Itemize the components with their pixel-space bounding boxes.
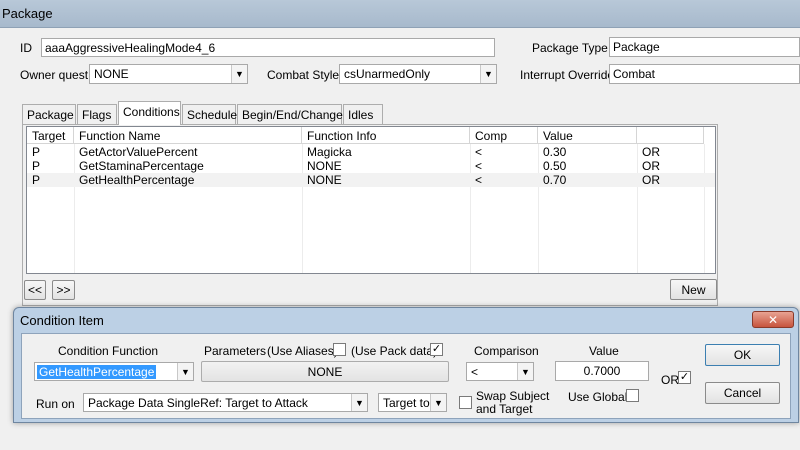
column-header-function-name[interactable]: Function Name xyxy=(74,127,302,144)
target-combo[interactable]: Target to ▼ xyxy=(378,393,447,412)
conditions-grid[interactable]: Target Function Name Function Info Comp … xyxy=(26,126,716,274)
column-header-target[interactable]: Target xyxy=(27,127,74,144)
column-header-comp[interactable]: Comp xyxy=(470,127,538,144)
cell-target: P xyxy=(32,159,41,173)
cell-value: 0.50 xyxy=(543,159,567,173)
cell-value: 0.70 xyxy=(543,173,567,187)
value-label: Value xyxy=(589,344,619,358)
run-on-combo[interactable]: Package Data SingleRef: Target to Attack… xyxy=(83,393,368,412)
swap-subject-label: Swap Subject and Target xyxy=(476,390,549,416)
use-pack-data-label: (Use Pack data) xyxy=(351,344,438,358)
cell-or: OR xyxy=(642,145,660,159)
condition-function-value: GetHealthPercentage xyxy=(37,365,157,379)
cell-value: 0.30 xyxy=(543,145,567,159)
owner-quest-combo[interactable]: NONE ▼ xyxy=(89,64,248,84)
or-label: OR xyxy=(661,373,679,387)
combat-style-label: Combat Style xyxy=(267,68,340,82)
use-global-label: Use Global xyxy=(568,390,628,404)
cell-comp: < xyxy=(475,145,483,159)
cell-function-info: NONE xyxy=(307,173,342,187)
comparison-combo[interactable]: < ▼ xyxy=(466,362,534,381)
value-input[interactable]: 0.7000 xyxy=(555,361,649,381)
condition-function-combo[interactable]: GetHealthPercentage ▼ xyxy=(34,362,194,381)
chevron-down-icon: ▼ xyxy=(231,65,247,83)
checkmark-icon: ✓ xyxy=(679,371,690,383)
tab-schedule[interactable]: Schedule xyxy=(182,104,237,124)
run-on-value: Package Data SingleRef: Target to Attack xyxy=(88,396,308,410)
chevron-down-icon: ▼ xyxy=(480,65,496,83)
chevron-down-icon: ▼ xyxy=(177,363,193,380)
target-value: Target to xyxy=(383,396,430,410)
chevron-down-icon: ▼ xyxy=(351,394,367,411)
id-input[interactable]: aaaAggressiveHealingMode4_6 xyxy=(41,38,495,57)
use-aliases-checkbox[interactable] xyxy=(333,343,346,356)
chevron-down-icon: ▼ xyxy=(517,363,533,380)
window-titlebar: Package xyxy=(0,0,800,28)
use-global-checkbox[interactable] xyxy=(626,389,639,402)
cell-function-name: GetStaminaPercentage xyxy=(79,159,204,173)
tab-conditions[interactable]: Conditions xyxy=(118,101,181,125)
use-aliases-label: (Use Aliases) xyxy=(267,344,338,358)
new-button[interactable]: New xyxy=(670,279,717,300)
package-type-label: Package Type xyxy=(532,41,608,55)
ok-button[interactable]: OK xyxy=(705,344,780,366)
package-type-field[interactable]: Package xyxy=(609,37,800,57)
id-label: ID xyxy=(20,41,32,55)
comparison-label: Comparison xyxy=(474,344,539,358)
window-title: Package xyxy=(2,6,53,21)
parameters-label: Parameters xyxy=(204,344,267,358)
run-on-label: Run on xyxy=(36,397,75,411)
cell-function-name: GetHealthPercentage xyxy=(79,173,195,187)
tab-idles[interactable]: Idles xyxy=(343,104,383,124)
comparison-value: < xyxy=(471,365,479,379)
combat-style-value: csUnarmedOnly xyxy=(344,67,431,81)
cell-function-info: Magicka xyxy=(307,145,352,159)
owner-quest-label: Owner quest xyxy=(20,68,89,82)
combat-style-combo[interactable]: csUnarmedOnly ▼ xyxy=(339,64,497,84)
dialog-title: Condition Item xyxy=(20,313,104,328)
interrupt-override-label: Interrupt Override xyxy=(520,68,615,82)
swap-subject-label-line1: Swap Subject xyxy=(476,389,550,403)
swap-subject-label-line2: and Target xyxy=(476,402,533,416)
cell-function-info: NONE xyxy=(307,159,342,173)
column-header-value[interactable]: Value xyxy=(538,127,637,144)
tab-begin-end-change[interactable]: Begin/End/Change xyxy=(237,104,343,124)
cell-comp: < xyxy=(475,159,483,173)
cell-or: OR xyxy=(642,159,660,173)
cell-target: P xyxy=(32,173,41,187)
column-header-or[interactable] xyxy=(637,127,704,144)
tab-flags[interactable]: Flags xyxy=(77,104,117,124)
prev-button[interactable]: << xyxy=(24,280,46,300)
checkmark-icon: ✓ xyxy=(431,343,442,355)
chevron-down-icon: ▼ xyxy=(430,394,446,411)
close-button[interactable]: ✕ xyxy=(752,311,794,328)
cancel-button[interactable]: Cancel xyxy=(705,382,780,404)
interrupt-override-field[interactable]: Combat xyxy=(609,64,800,84)
cell-comp: < xyxy=(475,173,483,187)
swap-subject-checkbox[interactable] xyxy=(459,396,472,409)
cell-or: OR xyxy=(642,173,660,187)
cell-function-name: GetActorValuePercent xyxy=(79,145,198,159)
next-button[interactable]: >> xyxy=(52,280,75,300)
condition-function-label: Condition Function xyxy=(58,344,159,358)
parameter-button[interactable]: NONE xyxy=(201,361,449,382)
use-pack-data-checkbox[interactable]: ✓ xyxy=(430,343,443,356)
cell-target: P xyxy=(32,145,41,159)
column-header-function-info[interactable]: Function Info xyxy=(302,127,470,144)
owner-quest-value: NONE xyxy=(94,67,129,81)
close-icon: ✕ xyxy=(767,312,779,327)
tab-package[interactable]: Package xyxy=(22,104,76,124)
or-checkbox[interactable]: ✓ xyxy=(678,371,691,384)
